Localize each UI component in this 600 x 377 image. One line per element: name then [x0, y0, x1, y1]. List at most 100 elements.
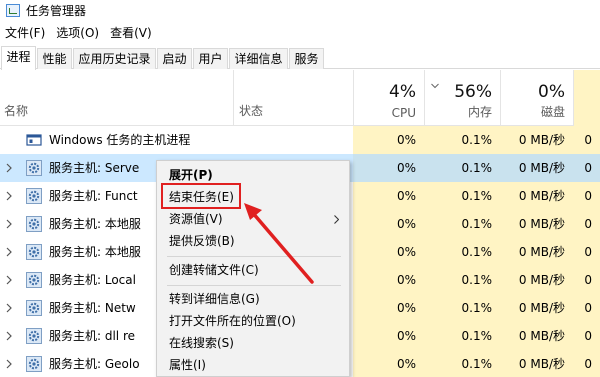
process-memory: 0.1%	[424, 126, 500, 154]
title-bar: 任务管理器	[0, 0, 600, 20]
menu-item-resource-values-label: 资源值(V)	[169, 212, 223, 226]
process-network: 0	[573, 154, 600, 182]
column-network[interactable]	[573, 70, 600, 126]
menu-item-goto-details[interactable]: 转到详细信息(G)	[157, 288, 349, 310]
menu-item-search-online[interactable]: 在线搜索(S)	[157, 332, 349, 354]
column-cpu[interactable]: 4% CPU	[353, 70, 424, 126]
tab-app-history[interactable]: 应用历史记录	[73, 48, 156, 69]
cpu-total-percent: 4%	[389, 82, 416, 102]
tab-services[interactable]: 服务	[289, 48, 324, 69]
chevron-right-icon[interactable]	[6, 219, 12, 229]
process-memory: 0.1%	[424, 266, 500, 294]
menu-bar: 文件(F) 选项(O) 查看(V)	[0, 22, 158, 42]
process-name: 服务主机: Netw	[49, 301, 136, 315]
column-name-header[interactable]: 名称	[4, 102, 28, 119]
chevron-right-icon[interactable]	[6, 275, 12, 285]
menu-view[interactable]: 查看(V)	[105, 24, 158, 41]
process-name: 服务主机: Funct	[49, 189, 138, 203]
process-cpu: 0%	[353, 126, 424, 154]
menu-file[interactable]: 文件(F)	[0, 24, 51, 41]
process-network: 0	[573, 350, 600, 377]
process-cpu: 0%	[353, 210, 424, 238]
process-name: 服务主机: Geolo	[49, 357, 140, 371]
submenu-arrow-icon	[334, 215, 339, 224]
process-disk: 0 MB/秒	[500, 126, 573, 154]
task-manager-app-icon	[6, 3, 20, 17]
process-memory: 0.1%	[424, 182, 500, 210]
column-status-header[interactable]: 状态	[239, 102, 263, 119]
gear-icon	[26, 300, 42, 316]
process-cpu: 0%	[353, 182, 424, 210]
process-memory: 0.1%	[424, 350, 500, 377]
process-memory: 0.1%	[424, 322, 500, 350]
process-name: Windows 任务的主机进程	[49, 133, 191, 147]
process-memory: 0.1%	[424, 294, 500, 322]
disk-total-percent: 0%	[538, 82, 565, 102]
process-network: 0	[573, 266, 600, 294]
menu-options[interactable]: 选项(O)	[51, 24, 105, 41]
task-manager-window: 任务管理器 文件(F) 选项(O) 查看(V) 进程 性能 应用历史记录 启动 …	[0, 0, 600, 377]
process-disk: 0 MB/秒	[500, 350, 573, 377]
process-cpu: 0%	[353, 266, 424, 294]
window-icon	[26, 134, 42, 146]
window-title: 任务管理器	[26, 3, 87, 18]
chevron-right-icon[interactable]	[6, 303, 12, 313]
process-memory: 0.1%	[424, 238, 500, 266]
annotation-arrow-icon	[244, 203, 314, 284]
process-name: 服务主机: Serve	[49, 161, 140, 175]
menu-item-open-file-location[interactable]: 打开文件所在的位置(O)	[157, 310, 349, 332]
chevron-right-icon[interactable]	[6, 163, 12, 173]
gear-icon	[26, 328, 42, 344]
memory-total-percent: 56%	[454, 82, 492, 102]
process-cpu: 0%	[353, 238, 424, 266]
table-row[interactable]: Windows 任务的主机进程 0% 0.1% 0 MB/秒 0	[0, 126, 600, 154]
chevron-right-icon[interactable]	[6, 359, 12, 369]
process-network: 0	[573, 238, 600, 266]
process-network: 0	[573, 210, 600, 238]
process-network: 0	[573, 182, 600, 210]
column-memory[interactable]: 56% 内存	[424, 70, 500, 126]
tab-strip: 进程 性能 应用历史记录 启动 用户 详细信息 服务	[0, 46, 600, 70]
memory-column-label: 内存	[467, 105, 492, 119]
process-network: 0	[573, 322, 600, 350]
process-cpu: 0%	[353, 154, 424, 182]
process-disk: 0 MB/秒	[500, 294, 573, 322]
tab-startup[interactable]: 启动	[157, 48, 192, 69]
chevron-right-icon[interactable]	[6, 247, 12, 257]
process-disk: 0 MB/秒	[500, 210, 573, 238]
process-cpu: 0%	[353, 322, 424, 350]
process-name: 服务主机: dll re	[49, 329, 136, 343]
process-memory: 0.1%	[424, 154, 500, 182]
menu-item-properties[interactable]: 属性(I)	[157, 354, 349, 376]
process-disk: 0 MB/秒	[500, 322, 573, 350]
gear-icon	[26, 244, 42, 260]
annotation-highlight-box	[161, 183, 241, 209]
process-network: 0	[573, 126, 600, 154]
column-disk[interactable]: 0% 磁盘	[500, 70, 573, 126]
process-disk: 0 MB/秒	[500, 182, 573, 210]
gear-icon	[26, 272, 42, 288]
chevron-right-icon[interactable]	[6, 331, 12, 341]
process-disk: 0 MB/秒	[500, 238, 573, 266]
process-memory: 0.1%	[424, 210, 500, 238]
chevron-right-icon[interactable]	[6, 191, 12, 201]
tab-performance[interactable]: 性能	[37, 48, 72, 69]
disk-column-label: 磁盘	[540, 105, 565, 119]
tab-details[interactable]: 详细信息	[229, 48, 288, 69]
process-network: 0	[573, 294, 600, 322]
gear-icon	[26, 160, 42, 176]
process-name: 服务主机: 本地服	[49, 217, 141, 231]
column-header: 名称 状态 4% CPU 56% 内存 0% 磁盘	[0, 70, 600, 126]
process-name: 服务主机: Local	[49, 273, 136, 287]
process-cpu: 0%	[353, 350, 424, 377]
sort-descending-icon	[431, 83, 439, 89]
tab-users[interactable]: 用户	[193, 48, 228, 69]
process-name: 服务主机: 本地服	[49, 245, 141, 259]
process-cpu: 0%	[353, 294, 424, 322]
tab-processes[interactable]: 进程	[1, 46, 36, 70]
gear-icon	[26, 216, 42, 232]
process-disk: 0 MB/秒	[500, 266, 573, 294]
process-disk: 0 MB/秒	[500, 154, 573, 182]
gear-icon	[26, 188, 42, 204]
gear-icon	[26, 356, 42, 372]
